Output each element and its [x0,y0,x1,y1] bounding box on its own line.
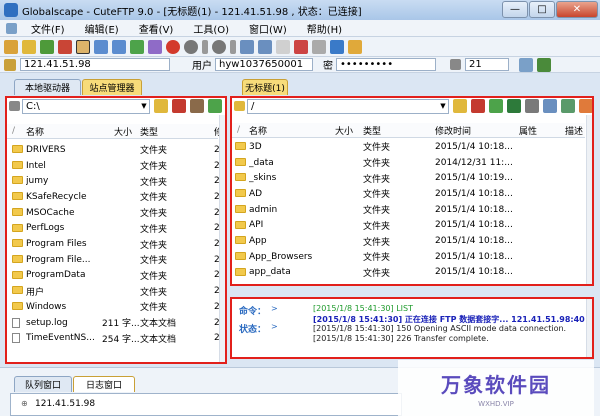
watermark-url: WXHD.VIP [478,399,514,408]
password-field[interactable]: ••••••••• [336,58,436,71]
watermark: 万象软件园 WXHD.VIP [398,360,594,416]
options-icon[interactable] [212,39,226,54]
site-manager-icon[interactable] [40,39,54,54]
queue-icon[interactable] [148,39,162,54]
username-field[interactable]: hyw1037650001 [215,58,313,71]
menu-bar: 文件(F) 编辑(E) 查看(V) 工具(O) 窗口(W) 帮助(H) [0,20,600,37]
highlight-log-panel [230,297,594,359]
edit-icon[interactable] [76,39,90,54]
refresh-icon[interactable] [130,39,144,54]
paste-icon[interactable] [258,39,272,54]
disconnect-icon[interactable] [58,39,72,54]
security-icon[interactable] [348,39,362,54]
info-icon[interactable] [330,39,344,54]
site-tree: ⊕ 121.41.51.98 [10,393,402,416]
delete-icon[interactable] [294,39,308,54]
menu-file[interactable]: 文件(F) [21,21,75,36]
new-folder-icon[interactable] [276,39,290,54]
menu-view[interactable]: 查看(V) [129,21,184,36]
menu-tools[interactable]: 工具(O) [183,21,239,36]
rename-icon[interactable] [312,39,326,54]
add-site-icon[interactable] [537,57,551,72]
connection-bar: 121.41.51.98 用户 hyw1037650001 密 ••••••••… [0,57,600,73]
tab-queue-window[interactable]: 队列窗口 [14,376,72,392]
menu-window[interactable]: 窗口(W) [239,21,297,36]
quick-connect-icon[interactable] [22,39,36,54]
expand-icon[interactable]: ⊕ [21,399,28,408]
highlight-remote-panel [230,96,594,286]
tab-site-manager[interactable]: 站点管理器 [82,79,142,95]
tab-local-drives[interactable]: 本地驱动器 [14,79,81,95]
connect-icon[interactable] [4,39,18,54]
host-field[interactable]: 121.41.51.98 [20,58,170,71]
download-icon[interactable] [94,39,108,54]
upload-icon[interactable] [112,39,126,54]
dropdown-icon[interactable] [202,39,208,54]
menu-help[interactable]: 帮助(H) [297,21,352,36]
port-icon [450,59,461,70]
menu-edit[interactable]: 编辑(E) [75,21,129,36]
tab-untitled-session[interactable]: 无标题(1) [242,79,288,95]
tab-log-window[interactable]: 日志窗口 [73,376,135,392]
host-icon [4,58,16,71]
window-title: Globalscape - CuteFTP 9.0 - [无标题(1) - 12… [22,6,362,18]
copy-icon[interactable] [240,39,254,54]
password-label: 密 [323,61,333,72]
maximize-button[interactable]: □ [529,1,555,18]
dropdown-icon[interactable] [230,39,236,54]
close-button[interactable]: ✕ [556,1,598,18]
user-label: 用户 [192,61,212,72]
tree-site-item[interactable]: 121.41.51.98 [35,399,95,409]
title-bar: Globalscape - CuteFTP 9.0 - [无标题(1) - 12… [0,0,600,20]
port-field[interactable]: 21 [465,58,509,71]
app-icon [4,3,18,17]
transfer-icon[interactable] [184,39,198,54]
menu-doc-icon [6,22,17,34]
minimize-button[interactable]: — [502,1,528,18]
highlight-local-panel [5,96,227,364]
main-toolbar [0,37,600,57]
watermark-text: 万象软件园 [441,372,551,397]
stop-icon[interactable] [166,39,180,54]
connect-go-icon[interactable] [519,57,533,72]
